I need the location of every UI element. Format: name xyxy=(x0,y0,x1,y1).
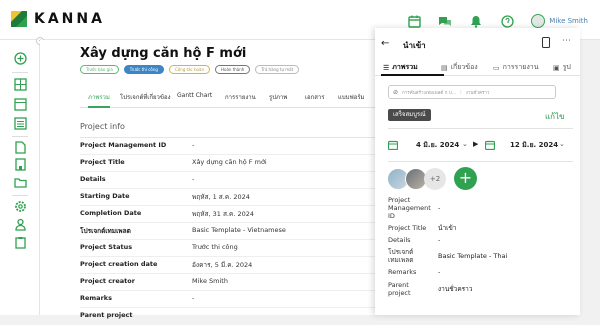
chevron-down-icon[interactable]: ⌄ xyxy=(462,140,468,148)
template-search-input[interactable]: ⊘ การค้นสร้างเทมเพลต์ ก ป... | งานชั่วคร… xyxy=(388,85,556,99)
chat-icon[interactable] xyxy=(438,14,452,28)
grid-icon[interactable] xyxy=(14,78,27,91)
document-icon[interactable] xyxy=(14,141,27,154)
logo[interactable]: KANNA xyxy=(10,10,105,28)
panel-title: นำเข้า xyxy=(403,41,426,50)
chat-icon: ▭ xyxy=(493,63,500,72)
list-icon: ☰ xyxy=(383,63,390,72)
more-icon[interactable]: ⋯ xyxy=(562,36,571,46)
arrow-right-icon: ▶ xyxy=(473,140,479,148)
status-badge[interactable]: เสร็จสมบูรณ์ xyxy=(388,109,431,121)
calendar-icon xyxy=(388,140,398,150)
add-member-button[interactable]: + xyxy=(454,167,477,190)
sidebar xyxy=(0,40,40,315)
info-row: Starting Date พฤหัส, 1 ส.ค. 2024 xyxy=(80,189,375,206)
status-step[interactable]: Hoàn thành xyxy=(214,65,251,74)
panel-tab-photos[interactable]: ▣ รูป xyxy=(553,62,571,73)
status-step[interactable]: Trước thi công xyxy=(123,65,164,74)
help-icon[interactable] xyxy=(500,14,514,28)
info-row: Parent project xyxy=(80,311,133,319)
info-row: Remarks - xyxy=(80,291,375,308)
page-title: Xây dựng căn hộ F mới xyxy=(80,46,247,61)
settings-icon[interactable] xyxy=(14,200,27,213)
status-step[interactable]: Công tác hoàn xyxy=(168,65,210,74)
panel-tab-reports[interactable]: ▭ การรายงาน xyxy=(493,62,538,73)
chevron-down-icon[interactable]: ⌄ xyxy=(559,140,565,148)
tab-photos[interactable]: รูปภาพ xyxy=(269,92,287,108)
tab-gantt[interactable]: Gantt Chart xyxy=(177,92,212,108)
image-icon: ▣ xyxy=(553,63,560,72)
info-row: Project Title Xây dựng căn hộ F mới xyxy=(80,155,375,172)
building-icon[interactable] xyxy=(14,158,27,171)
start-date[interactable]: 4 มิ.ย. 2024 xyxy=(416,140,459,151)
info-row: โปรเจกต์เทมเพลต Basic Template - Vietname… xyxy=(80,223,375,240)
tab-documents[interactable]: เอกสาร xyxy=(305,92,325,108)
project-tabs: ภาพรวม โปรเจกต์ที่เกี่ยวข้อง Gantt Chart… xyxy=(80,92,375,108)
project-detail: Xây dựng căn hộ F mới Trước báo giá Trướ… xyxy=(40,40,375,319)
kanna-logo-icon xyxy=(11,11,27,27)
calendar-icon xyxy=(485,140,495,150)
document-icon: ▤ xyxy=(441,63,448,72)
status-step[interactable]: Trước báo giá xyxy=(80,65,119,74)
info-row: Completion Date พฤหัส, 31 ส.ค. 2024 xyxy=(80,206,375,223)
section-title: Project info xyxy=(80,122,125,131)
panel-tab-overview[interactable]: ☰ ภาพรวม xyxy=(383,62,418,73)
sub-project-panel: ← นำเข้า ⋯ ☰ ภาพรวม ▤ เกี่ยวข้อง ▭ การรายงา… xyxy=(375,28,580,315)
info-row: Project Management ID - xyxy=(80,138,375,155)
info-row: Project creation date อังคาร, 5 มี.ค. 202… xyxy=(80,257,375,274)
logo-text: KANNA xyxy=(34,11,105,27)
avatar xyxy=(531,14,546,28)
add-icon[interactable] xyxy=(14,52,27,65)
tab-forms[interactable]: แบบฟอร์ม xyxy=(338,92,365,108)
info-row: Project Status Trước thi công xyxy=(80,240,375,257)
clipboard-icon[interactable] xyxy=(14,236,27,249)
tab-overview[interactable]: ภาพรวม xyxy=(88,92,110,108)
board-icon[interactable] xyxy=(14,98,27,111)
list-icon[interactable] xyxy=(14,117,27,130)
tab-related[interactable]: โปรเจกต์ที่เกี่ยวข้อง xyxy=(120,92,171,108)
calendar-icon[interactable] xyxy=(407,14,421,28)
tab-reports[interactable]: การรายงาน xyxy=(225,92,256,108)
bell-icon[interactable] xyxy=(469,14,483,28)
more-members-badge[interactable]: +2 xyxy=(424,168,446,190)
status-step[interactable]: Trả hàng tự mất xyxy=(255,65,300,74)
end-date[interactable]: 12 มิ.ย. 2024 xyxy=(510,140,558,151)
user-menu[interactable]: Mike Smith xyxy=(531,14,588,28)
panel-tab-related[interactable]: ▤ เกี่ยวข้อง xyxy=(441,62,478,73)
back-arrow-icon[interactable]: ← xyxy=(381,38,389,49)
link-icon: ⊘ xyxy=(393,88,399,96)
user-icon[interactable] xyxy=(14,218,27,231)
user-name: Mike Smith xyxy=(549,17,588,25)
status-steps: Trước báo giá Trước thi công Công tác ho… xyxy=(80,65,300,74)
info-row: Details - xyxy=(80,172,375,189)
info-row: Project creator Mike Smith xyxy=(80,274,375,291)
folder-icon[interactable] xyxy=(14,176,27,189)
phone-icon[interactable] xyxy=(542,37,550,48)
edit-button[interactable]: แก้ไข xyxy=(545,110,565,123)
